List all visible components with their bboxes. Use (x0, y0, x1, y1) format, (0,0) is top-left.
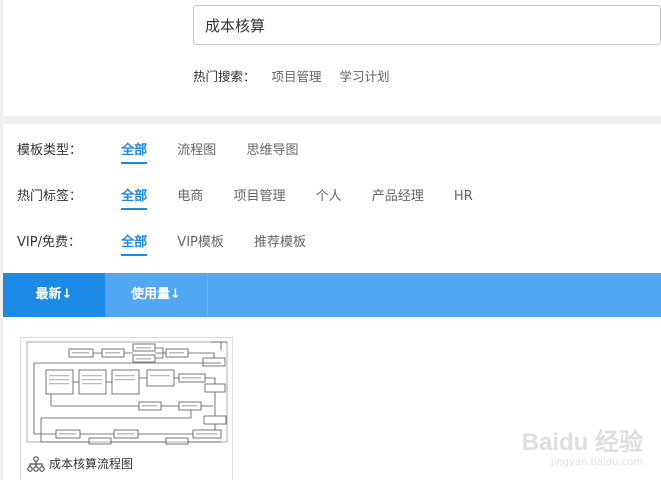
filter-panel: 模板类型： 全部 流程图 思维导图 热门标签： 全部 电商 项目管理 个人 产品… (3, 124, 661, 273)
search-input[interactable] (194, 6, 660, 44)
filter-label: 模板类型： (17, 143, 83, 158)
filter-option-mindmap[interactable]: 思维导图 (246, 139, 298, 162)
flowchart-icon (27, 456, 45, 472)
sort-divider (207, 273, 208, 317)
filter-option-recommended-template[interactable]: 推荐模板 (254, 231, 306, 254)
filter-option-all[interactable]: 全部 (121, 139, 148, 164)
hot-search-keyword[interactable]: 学习计划 (340, 69, 390, 84)
filter-option-product-manager[interactable]: 产品经理 (372, 185, 424, 208)
filter-option-all[interactable]: 全部 (121, 231, 148, 256)
filter-label: 热门标签： (17, 189, 83, 204)
filter-label: VIP/免费： (17, 235, 81, 250)
filter-option-project-management[interactable]: 项目管理 (233, 185, 285, 208)
hot-search: 热门搜索： 项目管理 学习计划 (193, 66, 404, 85)
watermark-logo-text: Baidu 经验 (521, 429, 643, 456)
template-title[interactable]: 成本核算流程图 (27, 455, 133, 472)
watermark: Baidu 经验 jingyan.baidu.com (522, 422, 643, 468)
search-box[interactable] (193, 5, 661, 45)
hot-search-keyword[interactable]: 项目管理 (272, 69, 322, 84)
filter-option-hr[interactable]: HR (454, 189, 473, 208)
flowchart-thumbnail-graphic (26, 341, 228, 445)
sort-usage-button[interactable]: 使用量↓ (105, 273, 207, 317)
filter-hot-tags: 热门标签： 全部 电商 项目管理 个人 产品经理 HR (17, 185, 499, 210)
template-card[interactable]: 成本核算流程图 (20, 337, 233, 480)
sort-bar: 最新↓ 使用量↓ (3, 273, 661, 317)
filter-template-type: 模板类型： 全部 流程图 思维导图 (17, 139, 324, 164)
search-panel: 热门搜索： 项目管理 学习计划 (3, 0, 661, 116)
filter-vip: VIP/免费： 全部 VIP模板 推荐模板 (17, 231, 332, 256)
filter-option-flowchart[interactable]: 流程图 (177, 139, 216, 162)
filter-option-personal[interactable]: 个人 (316, 185, 342, 208)
filter-option-ecommerce[interactable]: 电商 (177, 185, 203, 208)
sort-newest-button[interactable]: 最新↓ (3, 273, 105, 317)
filter-option-vip-template[interactable]: VIP模板 (177, 231, 224, 254)
watermark-url: jingyan.baidu.com (550, 457, 643, 468)
template-thumbnail[interactable] (21, 338, 232, 448)
template-grid: 成本核算流程图 Baidu 经验 jingyan.baidu.com (3, 317, 661, 480)
filter-option-all[interactable]: 全部 (121, 185, 148, 210)
hot-search-label: 热门搜索： (193, 69, 256, 84)
template-title-text: 成本核算流程图 (49, 457, 134, 471)
